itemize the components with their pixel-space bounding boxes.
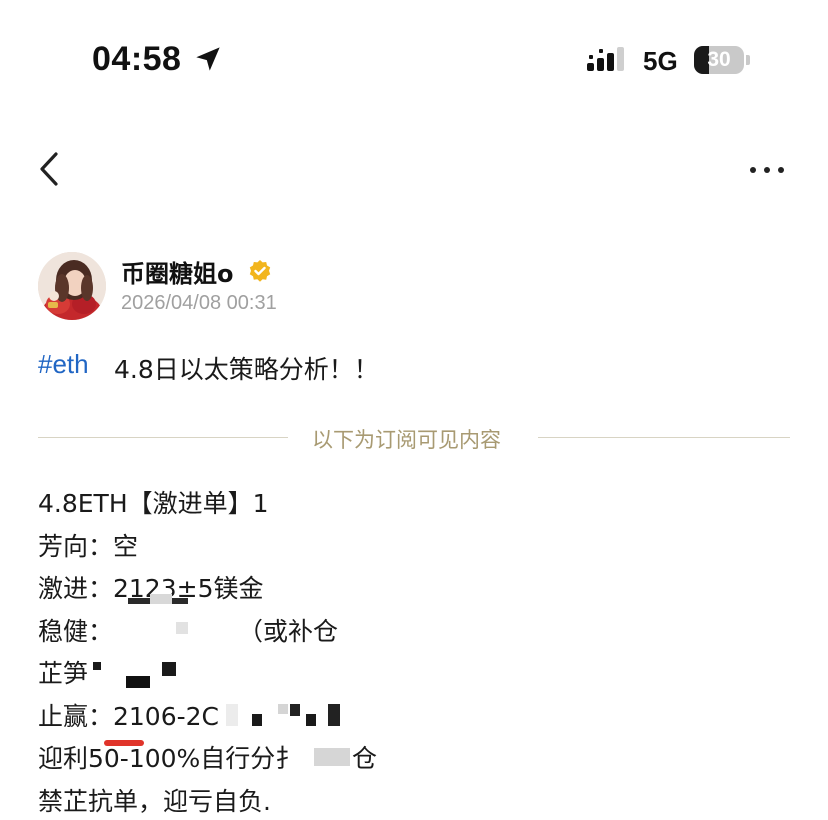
battery-cap — [746, 55, 750, 65]
redaction-block — [252, 714, 262, 726]
divider-line-left — [38, 437, 288, 438]
redaction-block — [93, 662, 101, 670]
content-line: 迎利50-100%自行分扌 — [38, 744, 301, 773]
redaction-block — [314, 748, 350, 766]
redaction-block — [290, 704, 300, 716]
redaction-block — [176, 622, 188, 634]
redaction-block — [278, 704, 288, 714]
battery-percentage: 30 — [707, 48, 731, 71]
content-line: 稳健： — [38, 617, 114, 646]
verified-badge-icon — [249, 260, 271, 282]
content-line: （或补仓 — [238, 617, 339, 646]
redaction-block — [226, 704, 238, 726]
status-time: 04:58 — [92, 40, 182, 78]
network-type: 5G — [643, 46, 678, 76]
content-line: 芳向：空 — [38, 532, 139, 561]
redaction-block — [150, 594, 172, 604]
screen: 04:58 5G 30 币圈糖姐o 2026/04/08 00:31 #eth … — [0, 0, 828, 820]
subscription-divider-label: 以下为订阅可见内容 — [312, 428, 501, 452]
divider-line-right — [538, 437, 790, 438]
chevron-left-icon[interactable] — [34, 150, 66, 188]
content-line: 4.8ETH【激进单】1 — [38, 489, 269, 518]
post-timestamp: 2026/04/08 00:31 — [121, 292, 277, 314]
content-line: 禁芷抗单，迎亏自负. — [38, 787, 271, 816]
content-line: 仓 — [352, 744, 378, 773]
post-title: 4.8日以太策略分析！！ — [114, 355, 379, 384]
avatar[interactable] — [38, 252, 106, 320]
red-underline-mark — [104, 740, 144, 746]
content-line: 芷笋 — [38, 659, 89, 688]
hashtag-link[interactable]: #eth — [38, 349, 89, 380]
more-icon[interactable] — [744, 160, 790, 180]
redaction-block — [126, 676, 150, 688]
avatar-image — [38, 252, 106, 320]
redaction-block — [162, 662, 176, 676]
content-line: 止赢：2106-2C — [38, 702, 220, 731]
redaction-block — [328, 704, 340, 726]
location-arrow-icon — [196, 47, 220, 71]
author-name[interactable]: 币圈糖姐o — [121, 254, 234, 289]
signal-icon — [587, 47, 624, 71]
battery-icon: 30 — [694, 46, 744, 74]
redaction-block — [306, 714, 316, 726]
